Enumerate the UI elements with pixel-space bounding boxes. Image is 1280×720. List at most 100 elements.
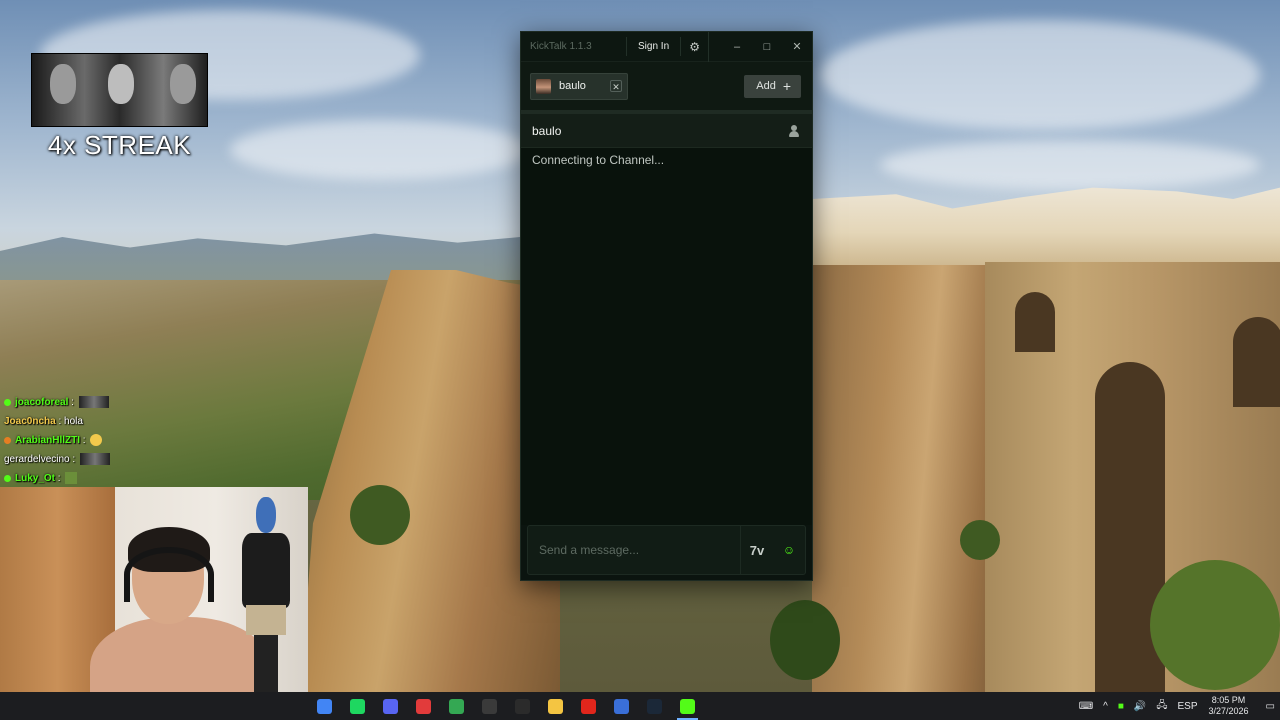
channel-header: baulo (521, 114, 812, 148)
obs-icon[interactable] (473, 692, 506, 720)
video-editor-icon[interactable] (407, 692, 440, 720)
maximize-button[interactable]: □ (752, 32, 782, 62)
discord-icon-glyph (383, 698, 398, 714)
kicktalk-tray-icon[interactable]: ■ (1113, 701, 1129, 712)
network-app-icon[interactable] (605, 692, 638, 720)
taskbar: ⌨ ^ ■ 🔊 🖧 ESP 8:05 PM 3/27/2026 ▭ (0, 692, 1280, 720)
chat-separator: : (82, 435, 86, 446)
shrub (770, 600, 840, 680)
network-app-icon-glyph (614, 698, 629, 714)
opera-icon[interactable] (572, 692, 605, 720)
minimize-button[interactable]: – (722, 32, 752, 62)
avatar (536, 78, 551, 94)
mannequin (234, 497, 294, 707)
notifications-icon[interactable]: ▭ (1261, 701, 1280, 712)
app-icon[interactable] (506, 692, 539, 720)
connection-status: Connecting to Channel... (532, 153, 665, 167)
chat-messages: Connecting to Channel... (521, 148, 812, 525)
sign-in-button[interactable]: Sign In (626, 37, 682, 56)
app-title: KickTalk 1.1.3 (530, 41, 592, 52)
gear-icon[interactable]: ⚙ (681, 31, 710, 62)
app-icon-glyph (515, 698, 530, 714)
channel-name: baulo (532, 123, 562, 138)
badge-icon (4, 436, 11, 444)
message-input[interactable] (528, 526, 741, 574)
cloud (230, 120, 530, 180)
chat-username: Luky_Ot (15, 473, 56, 484)
taskbar-apps (308, 692, 704, 720)
emote-icon (78, 396, 109, 409)
message-composer: 7v ☺ (527, 525, 806, 575)
streak-label: 4x STREAK (47, 130, 192, 160)
cloud (880, 140, 1260, 190)
mannequin-shorts (246, 605, 286, 635)
chat-separator: : (57, 473, 61, 484)
add-channel-button[interactable]: Add + (744, 74, 801, 98)
chat-message: Luky_Ot : (4, 469, 304, 488)
chat-message: Joac0ncha : hola (4, 412, 304, 431)
badge-icon (4, 474, 11, 482)
cliff (812, 265, 1012, 692)
title-bar[interactable]: KickTalk 1.1.3 Sign In ⚙ – □ ✕ (521, 31, 812, 62)
tab-label: baulo (559, 80, 586, 92)
face (108, 64, 134, 104)
user-icon[interactable] (788, 124, 800, 137)
channel-tabs: baulo ✕ Add + (521, 62, 812, 114)
face (50, 64, 76, 104)
add-label: Add (756, 80, 776, 92)
chat-text: hola (64, 416, 83, 427)
steam-icon[interactable] (638, 692, 671, 720)
video-editor-icon-glyph (416, 698, 431, 714)
chat-message: ArabianHllZTI : (4, 431, 304, 450)
chat-separator: : (58, 416, 62, 427)
kicktalk-window: KickTalk 1.1.3 Sign In ⚙ – □ ✕ baulo ✕ A… (520, 31, 813, 581)
shrub (960, 520, 1000, 560)
shrub (1150, 560, 1280, 690)
kick-emote-icon[interactable]: ☺ (773, 543, 805, 557)
language-indicator[interactable]: ESP (1172, 701, 1202, 712)
google-chrome-icon[interactable] (440, 692, 473, 720)
opera-icon-glyph (581, 698, 596, 714)
chat-username: Joac0ncha (4, 416, 56, 427)
close-button[interactable]: ✕ (782, 32, 812, 62)
tab-baulo[interactable]: baulo ✕ (530, 72, 628, 100)
clock[interactable]: 8:05 PM 3/27/2026 (1203, 695, 1261, 717)
volume-icon[interactable]: 🔊 (1129, 701, 1151, 712)
discord-icon[interactable] (374, 692, 407, 720)
mannequin-body (242, 533, 290, 608)
chat-username: ArabianHllZTI (15, 435, 81, 446)
7tv-emote-icon[interactable]: 7v (741, 543, 773, 558)
chat-message: joacoforeal : (4, 393, 304, 412)
chrome-partial-icon-glyph (317, 698, 332, 714)
emote-icon (65, 472, 78, 485)
system-tray: ⌨ ^ ■ 🔊 🖧 ESP 8:05 PM 3/27/2026 ▭ (1074, 692, 1280, 720)
network-icon[interactable]: 🖧 (1151, 698, 1172, 715)
folder-icon-glyph (548, 698, 563, 714)
shrub (350, 485, 410, 545)
window-controls: – □ ✕ (722, 32, 812, 62)
chat-separator: : (71, 397, 74, 408)
chat-message: gerardelvecino : (4, 450, 304, 469)
town-buildings (812, 187, 1280, 275)
emote-icon (90, 434, 103, 447)
steam-icon-glyph (647, 698, 662, 714)
webcam-feed (0, 487, 308, 720)
stream-chat-overlay: joacoforeal : Joac0ncha : hola ArabianHl… (4, 393, 304, 488)
obs-icon-glyph (482, 698, 497, 714)
chat-separator: : (72, 454, 76, 465)
bridge-arch (1233, 317, 1280, 407)
folder-icon[interactable] (539, 692, 572, 720)
chevron-up-icon[interactable]: ^ (1098, 701, 1113, 712)
spotify-icon-glyph (350, 698, 365, 714)
google-chrome-icon-glyph (449, 698, 464, 714)
close-icon[interactable]: ✕ (610, 80, 622, 92)
chat-username: joacoforeal (15, 397, 69, 408)
kicktalk-icon[interactable] (671, 692, 704, 720)
bridge-arch (1015, 292, 1055, 352)
streak-image (31, 53, 208, 127)
chrome-partial-icon[interactable] (308, 692, 341, 720)
spotify-icon[interactable] (341, 692, 374, 720)
face (170, 64, 196, 104)
clock-date: 3/27/2026 (1208, 706, 1249, 716)
keyboard-icon[interactable]: ⌨ (1074, 701, 1098, 712)
